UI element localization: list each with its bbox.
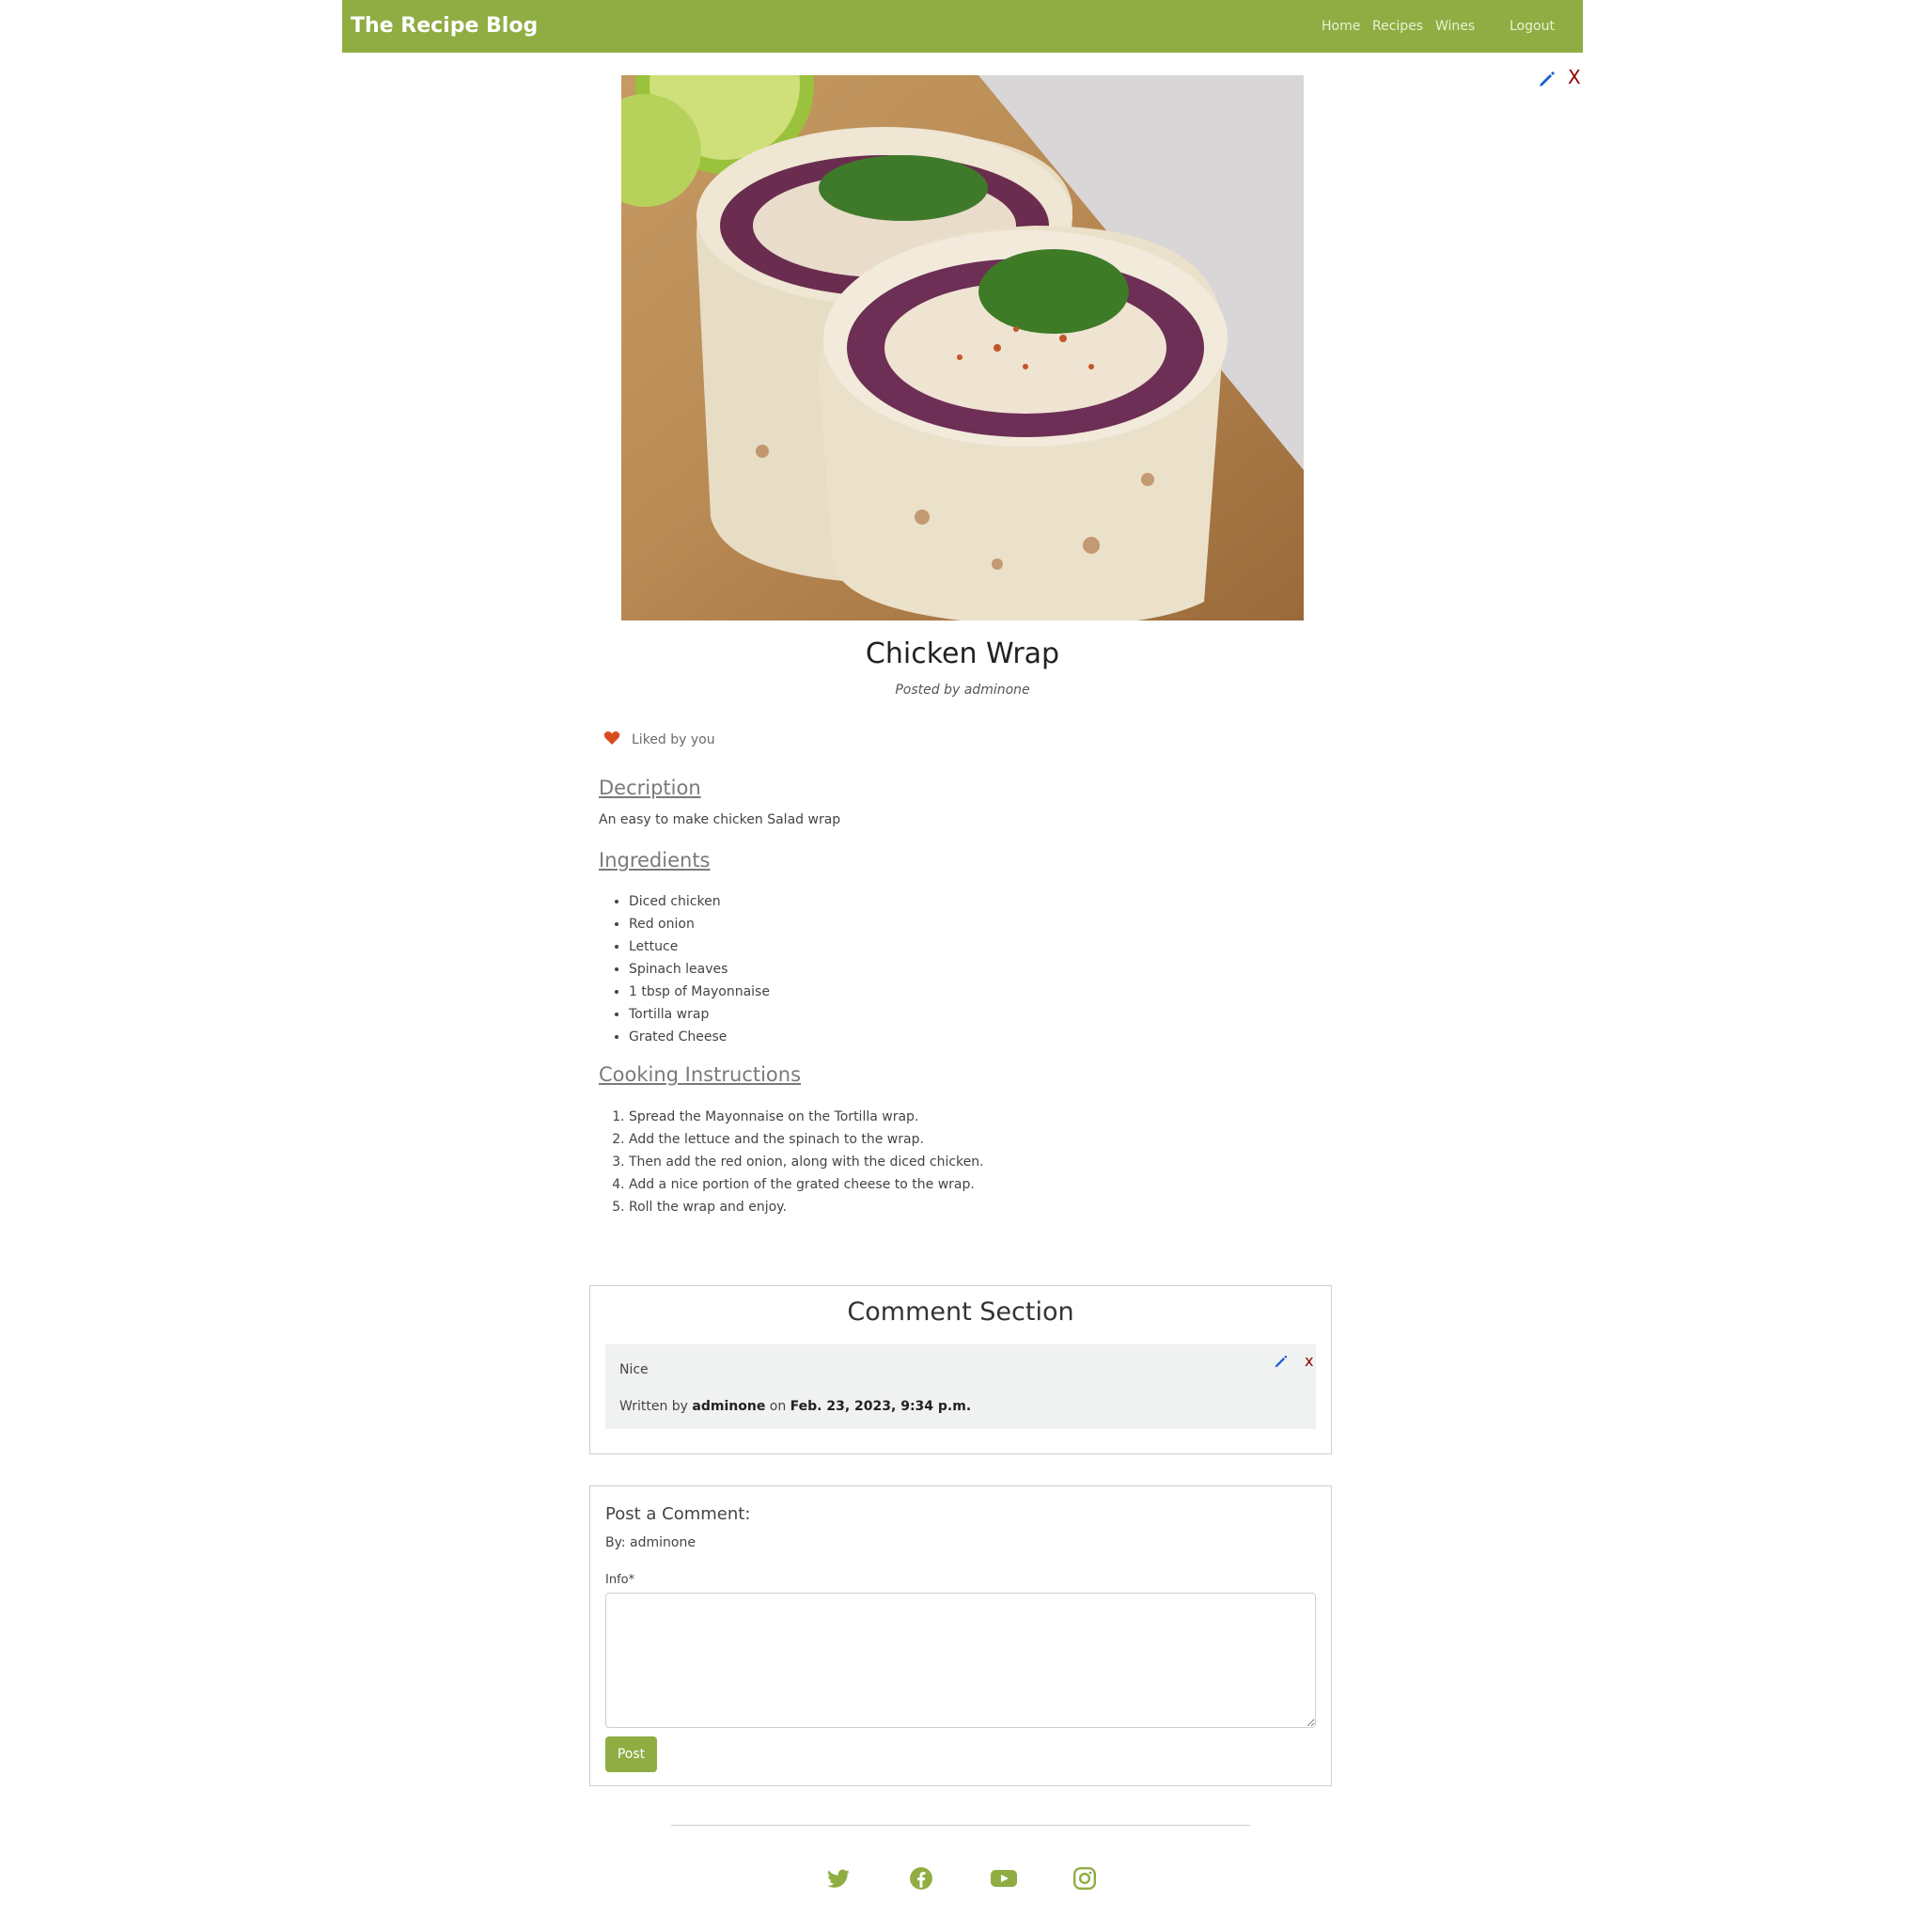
instruction-item: Spread the Mayonnaise on the Tortilla wr…	[629, 1106, 984, 1128]
ingredient-item: Grated Cheese	[629, 1026, 770, 1048]
nav-home[interactable]: Home	[1322, 19, 1360, 34]
nav-logout[interactable]: Logout	[1510, 19, 1555, 34]
comment-card: x Nice Written by adminone on Feb. 23, 2…	[605, 1344, 1316, 1429]
nav-wines[interactable]: Wines	[1435, 19, 1475, 34]
post-button[interactable]: Post	[605, 1736, 657, 1772]
comment-on: on	[769, 1399, 787, 1414]
brand-logo[interactable]: The Recipe Blog	[351, 14, 538, 38]
comment-text: Nice	[619, 1362, 649, 1377]
instruction-item: Add the lettuce and the spinach to the w…	[629, 1128, 984, 1151]
instruction-item: Roll the wrap and enjoy.	[629, 1196, 984, 1218]
heart-icon[interactable]	[603, 730, 620, 749]
comment-author: adminone	[692, 1399, 766, 1414]
ingredient-item: Tortilla wrap	[629, 1003, 770, 1026]
ingredient-item: Red onion	[629, 913, 770, 935]
instructions-list: Spread the Mayonnaise on the Tortilla wr…	[599, 1106, 984, 1218]
recipe-photo	[621, 75, 1304, 620]
twitter-icon[interactable]	[826, 1866, 851, 1891]
ingredient-item: 1 tbsp of Mayonnaise	[629, 981, 770, 1003]
description-text: An easy to make chicken Salad wrap	[599, 812, 841, 827]
comment-meta: Written by adminone on Feb. 23, 2023, 9:…	[619, 1399, 971, 1414]
edit-comment-pencil-icon[interactable]	[1274, 1354, 1289, 1369]
delete-comment-button[interactable]: x	[1305, 1352, 1313, 1370]
youtube-icon[interactable]	[991, 1866, 1017, 1891]
info-label: Info*	[605, 1573, 635, 1587]
post-comment-by: By: adminone	[605, 1535, 696, 1550]
comment-section-title: Comment Section	[847, 1297, 1074, 1327]
ingredients-list: Diced chicken Red onion Lettuce Spinach …	[599, 890, 770, 1048]
description-heading: Decription	[599, 777, 701, 799]
instagram-icon[interactable]	[1072, 1866, 1097, 1891]
nav-recipes[interactable]: Recipes	[1372, 19, 1423, 34]
instruction-item: Then add the red onion, along with the d…	[629, 1151, 984, 1173]
comment-section: Comment Section x Nice Written by admino…	[589, 1285, 1332, 1454]
delete-recipe-button[interactable]: X	[1568, 66, 1581, 88]
instructions-heading: Cooking Instructions	[599, 1063, 802, 1086]
post-comment-title: Post a Comment:	[605, 1504, 751, 1524]
liked-label: Liked by you	[632, 732, 715, 747]
instruction-item: Add a nice portion of the grated cheese …	[629, 1173, 984, 1196]
edit-recipe-pencil-icon[interactable]	[1538, 70, 1557, 88]
footer-divider	[671, 1825, 1250, 1826]
ingredient-item: Lettuce	[629, 935, 770, 958]
info-textarea[interactable]	[605, 1593, 1316, 1728]
post-comment-form: Post a Comment: By: adminone Info* Post	[589, 1485, 1332, 1786]
facebook-icon[interactable]	[909, 1866, 933, 1891]
ingredient-item: Spinach leaves	[629, 958, 770, 981]
posted-by: Posted by adminone	[895, 683, 1030, 698]
like-status: Liked by you	[603, 730, 715, 749]
navbar: The Recipe Blog Home Recipes Wines Logou…	[342, 0, 1583, 53]
comment-date: Feb. 23, 2023, 9:34 p.m.	[790, 1399, 972, 1414]
recipe-title: Chicken Wrap	[865, 637, 1060, 670]
ingredient-item: Diced chicken	[629, 890, 770, 913]
ingredients-heading: Ingredients	[599, 849, 711, 872]
comment-written-by: Written by	[619, 1399, 688, 1414]
